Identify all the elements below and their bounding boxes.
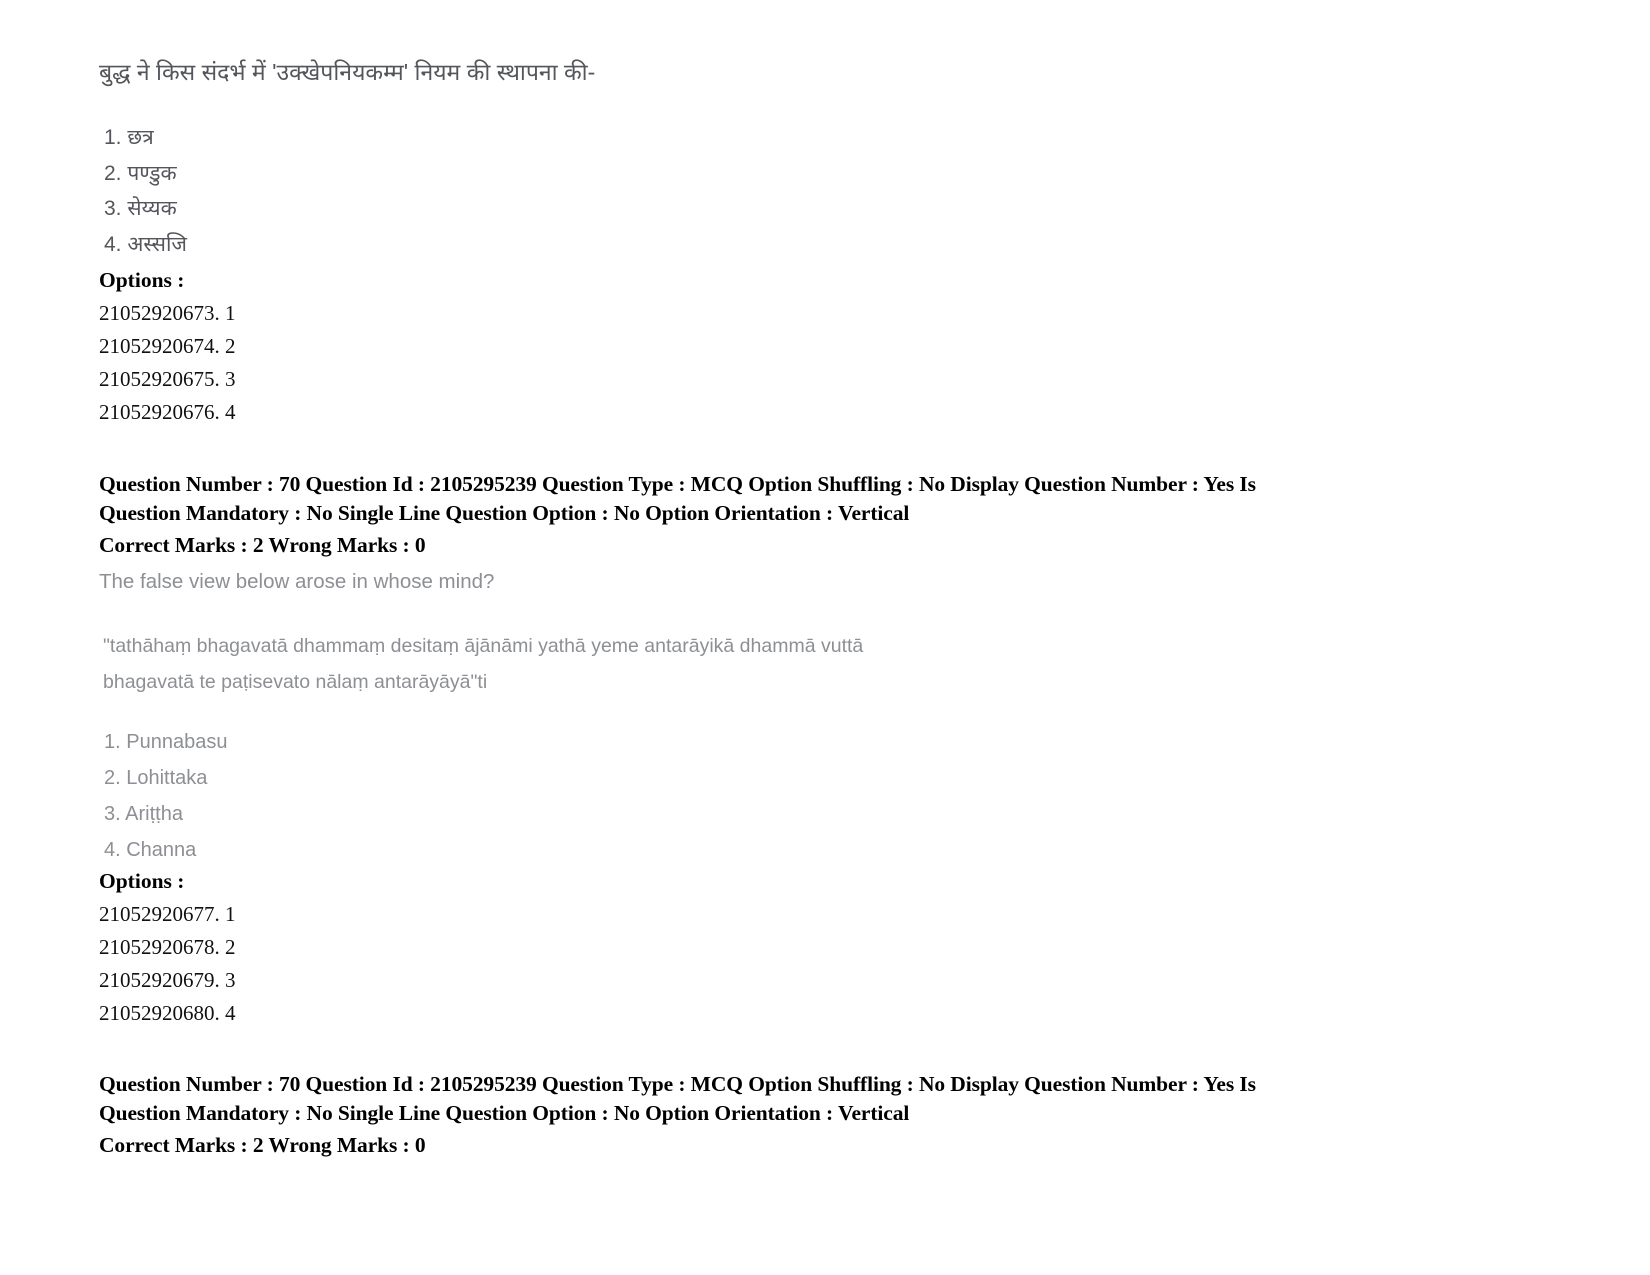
hindi-choice-list: 1. छत्र 2. पण्डुक 3. सेय्यक 4. अस्सजि — [104, 120, 187, 262]
metadata-line-identity: Question Number : 70 Question Id : 21052… — [99, 472, 1256, 496]
options-heading: Options : — [99, 268, 185, 292]
option-id-row: 21052920676. 4 — [99, 400, 236, 424]
option-id-row: 21052920675. 3 — [99, 367, 236, 391]
marks-line-2: Correct Marks : 2 Wrong Marks : 0 — [99, 1133, 426, 1157]
hindi-choice-item: 3. सेय्यक — [104, 197, 177, 220]
marks-line-1: Correct Marks : 2 Wrong Marks : 0 — [99, 533, 426, 557]
option-id-row: 21052920678. 2 — [99, 935, 236, 959]
options-id-block-2: Options : 21052920677. 1 21052920678. 2 … — [99, 866, 236, 1030]
option-id-row: 21052920679. 3 — [99, 968, 236, 992]
hindi-question-stem: बुद्ध ने किस संदर्भ में 'उक्खेपनियकम्म' … — [99, 59, 596, 85]
option-id-row: 21052920677. 1 — [99, 902, 236, 926]
english-choice-item: 4. Channa — [104, 839, 197, 861]
english-choice-item: 2. Lohittaka — [104, 767, 208, 789]
english-choice-item: 1. Punnabasu — [104, 731, 228, 753]
pali-quotation-line: bhagavatā te paṭisevato nālaṃ antarāyāyā… — [103, 671, 488, 693]
hindi-choice-item: 2. पण्डुक — [104, 161, 177, 185]
metadata-line-identity: Question Number : 70 Question Id : 21052… — [99, 1072, 1256, 1096]
english-choice-item: 3. Ariṭṭha — [104, 803, 183, 825]
english-choice-list: 1. Punnabasu 2. Lohittaka 3. Ariṭṭha 4. … — [104, 724, 227, 868]
option-id-row: 21052920674. 2 — [99, 334, 236, 358]
pali-quotation: "tathāhaṃ bhagavatā dhammaṃ desitaṃ ājān… — [103, 628, 863, 700]
option-id-row: 21052920680. 4 — [99, 1001, 236, 1025]
metadata-line-settings: Question Mandatory : No Single Line Ques… — [99, 1101, 910, 1125]
document-page: बुद्ध ने किस संदर्भ में 'उक्खेपनियकम्म' … — [0, 0, 1650, 1275]
question-metadata-block-2: Question Number : 70 Question Id : 21052… — [99, 1070, 1419, 1128]
options-heading: Options : — [99, 869, 185, 893]
hindi-choice-item: 4. अस्सजि — [104, 232, 187, 256]
english-question-stem: The false view below arose in whose mind… — [99, 570, 495, 593]
option-id-row: 21052920673. 1 — [99, 301, 236, 325]
question-metadata-block-1: Question Number : 70 Question Id : 21052… — [99, 470, 1419, 528]
pali-quotation-line: "tathāhaṃ bhagavatā dhammaṃ desitaṃ ājān… — [103, 635, 864, 657]
options-id-block-1: Options : 21052920673. 1 21052920674. 2 … — [99, 265, 236, 429]
metadata-line-settings: Question Mandatory : No Single Line Ques… — [99, 501, 910, 525]
hindi-choice-item: 1. छत्र — [104, 126, 154, 149]
